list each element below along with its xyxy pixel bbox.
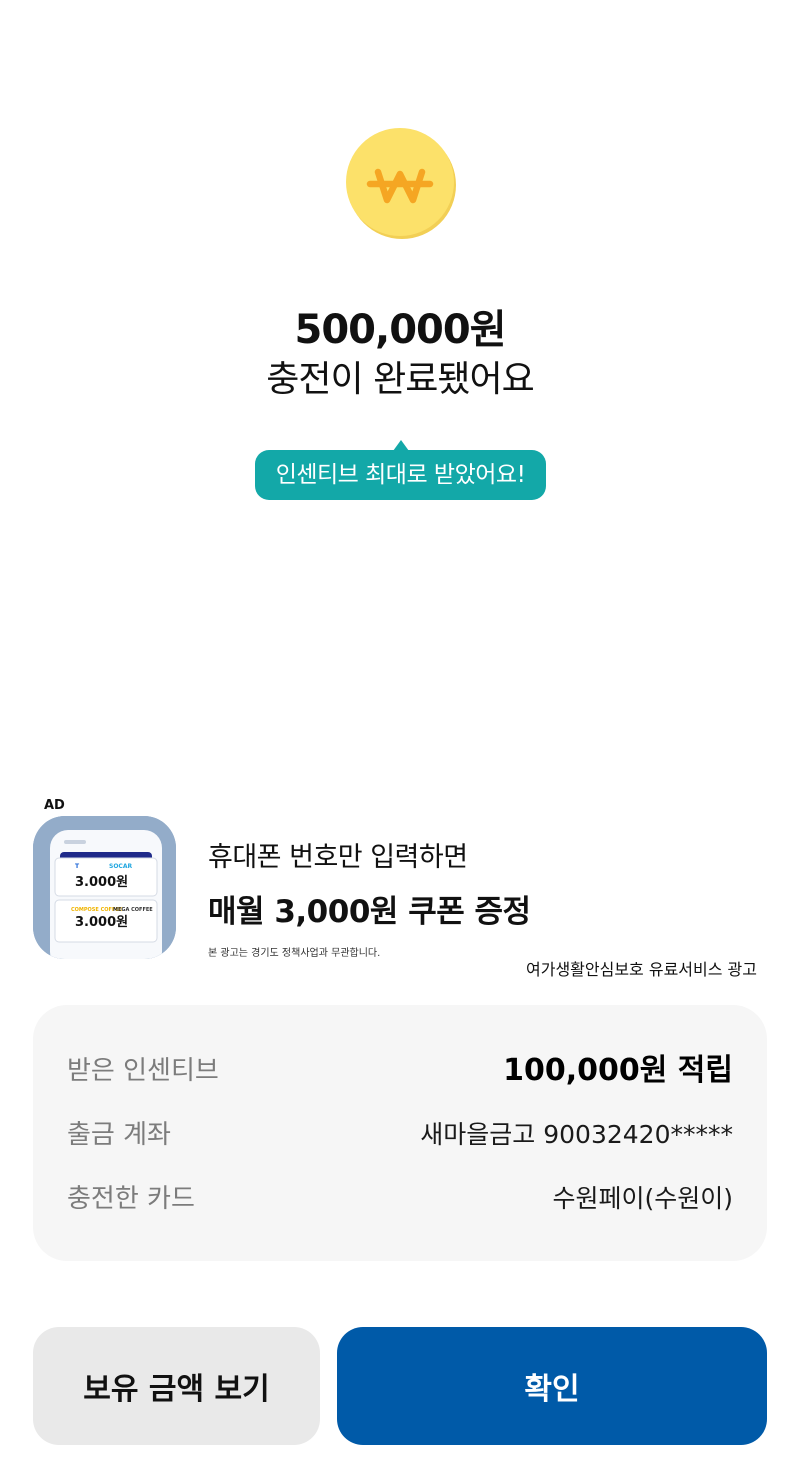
- confirm-button[interactable]: 확인: [337, 1327, 767, 1445]
- coupon-phone-icon[interactable]: T SOCAR 3.000원 COMPOSE COFFEE MEGA COFFE…: [33, 816, 176, 959]
- charge-amount: 500,000원: [294, 307, 507, 353]
- incentive-tooltip: 인센티브 최대로 받았어요!: [255, 440, 546, 500]
- incentive-row: 받은 인센티브 100,000원 적립: [67, 1049, 733, 1093]
- svg-text:SOCAR: SOCAR: [109, 863, 132, 870]
- incentive-label: 받은 인센티브: [67, 1056, 219, 1086]
- won-coin-icon: [343, 126, 457, 240]
- ad-sponsor-note: 여가생활안심보호 유료서비스 광고: [526, 960, 757, 979]
- charge-complete-message: 충전이 완료됐어요: [266, 359, 534, 400]
- ad-disclaimer: 본 광고는 경기도 정책사업과 무관합니다.: [208, 948, 381, 959]
- charged-card-row: 충전한 카드 수원페이(수원이): [67, 1177, 733, 1221]
- charged-card-label: 충전한 카드: [67, 1184, 195, 1214]
- svg-text:3.000원: 3.000원: [75, 915, 128, 930]
- withdraw-account-value: 새마을금고 90032420*****: [420, 1120, 733, 1149]
- withdraw-account-row: 출금 계좌 새마을금고 90032420*****: [67, 1113, 733, 1157]
- ad-headline[interactable]: 휴대폰 번호만 입력하면: [208, 838, 468, 878]
- incentive-value: 100,000원 적립: [503, 1053, 733, 1088]
- svg-text:3.000원: 3.000원: [75, 875, 128, 890]
- svg-text:MEGA COFFEE: MEGA COFFEE: [113, 907, 153, 913]
- ad-label: AD: [44, 798, 65, 813]
- ad-offer[interactable]: 매월 3,000원 쿠폰 증정: [208, 890, 531, 934]
- charge-summary-card: 받은 인센티브 100,000원 적립 출금 계좌 새마을금고 90032420…: [33, 1005, 767, 1261]
- view-balance-button[interactable]: 보유 금액 보기: [33, 1327, 320, 1445]
- charged-card-value: 수원페이(수원이): [552, 1184, 733, 1213]
- withdraw-account-label: 출금 계좌: [67, 1120, 171, 1150]
